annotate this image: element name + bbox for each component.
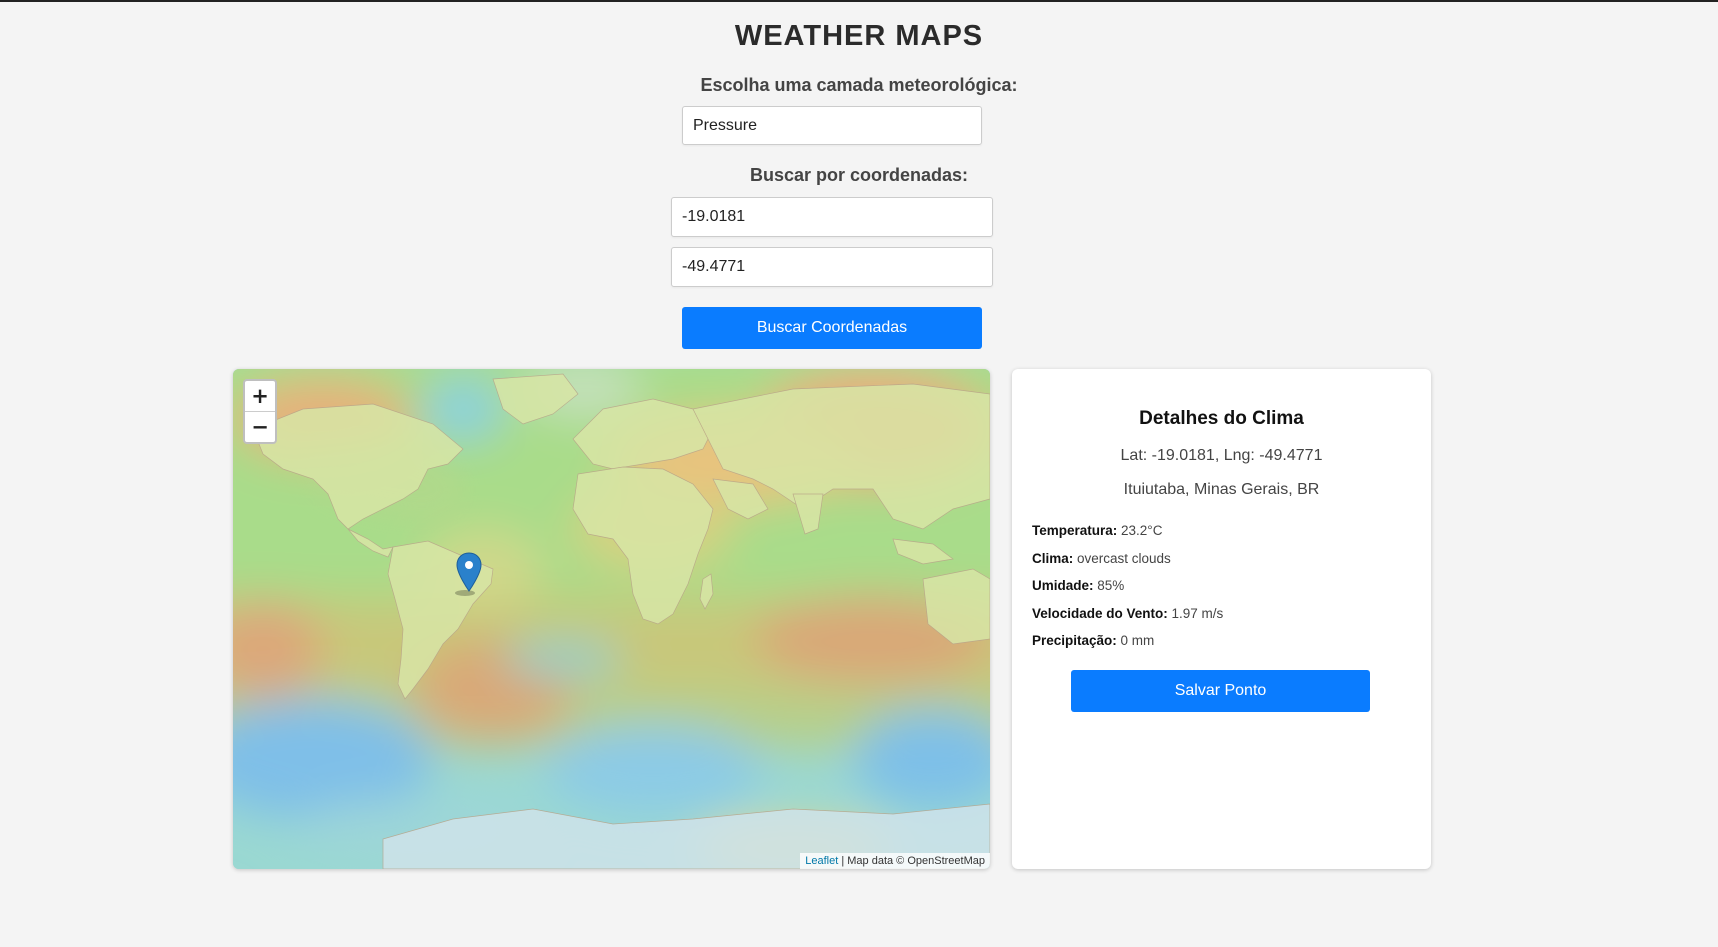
detail-value: 1.97 m/s bbox=[1167, 606, 1224, 621]
detail-value: 23.2°C bbox=[1117, 523, 1163, 538]
zoom-in-button[interactable]: + bbox=[245, 381, 275, 411]
detail-value: overcast clouds bbox=[1073, 551, 1171, 566]
coords-label: Buscar por coordenadas: bbox=[749, 165, 969, 185]
detail-label: Temperatura: bbox=[1032, 523, 1118, 538]
detail-value: 0 mm bbox=[1116, 633, 1155, 648]
detail-temperature: Temperatura: 23.2°C bbox=[1032, 523, 1162, 538]
weather-details-panel: Detalhes do Clima Lat: -19.0181, Lng: -4… bbox=[1012, 369, 1431, 869]
detail-value: 85% bbox=[1093, 578, 1125, 593]
detail-humidity: Umidade: 85% bbox=[1032, 578, 1124, 593]
detail-label: Umidade: bbox=[1032, 578, 1094, 593]
detail-precipitation: Precipitação: 0 mm bbox=[1032, 633, 1154, 648]
save-point-button[interactable]: Salvar Ponto bbox=[1071, 670, 1370, 712]
details-location: Ituiutaba, Minas Gerais, BR bbox=[1123, 481, 1320, 498]
zoom-control: + − bbox=[243, 379, 277, 444]
map-tiles bbox=[233, 369, 990, 869]
detail-wind-speed: Velocidade do Vento: 1.97 m/s bbox=[1032, 606, 1223, 621]
zoom-out-button[interactable]: − bbox=[245, 411, 275, 442]
leaflet-link[interactable]: Leaflet bbox=[805, 855, 838, 867]
detail-weather: Clima: overcast clouds bbox=[1032, 551, 1171, 566]
detail-label: Precipitação: bbox=[1032, 633, 1117, 648]
latitude-input[interactable] bbox=[671, 197, 993, 237]
layer-select-value: Pressure bbox=[693, 116, 758, 134]
weather-map[interactable]: + − Leaflet | Map data © OpenStreetMap bbox=[233, 369, 990, 869]
longitude-input[interactable] bbox=[671, 247, 993, 287]
details-title: Detalhes do Clima bbox=[1139, 408, 1304, 429]
layer-label: Escolha uma camada meteorológica: bbox=[700, 75, 1018, 95]
layer-select[interactable]: Pressure bbox=[682, 106, 982, 145]
detail-label: Velocidade do Vento: bbox=[1032, 606, 1168, 621]
page-title: WEATHER MAPS bbox=[734, 20, 984, 52]
details-coordinates: Lat: -19.0181, Lng: -49.4771 bbox=[1120, 447, 1323, 464]
attribution-text: | Map data © OpenStreetMap bbox=[838, 855, 985, 867]
detail-label: Clima: bbox=[1032, 551, 1074, 566]
map-attribution: Leaflet | Map data © OpenStreetMap bbox=[800, 853, 990, 869]
search-coordinates-button[interactable]: Buscar Coordenadas bbox=[682, 307, 982, 349]
